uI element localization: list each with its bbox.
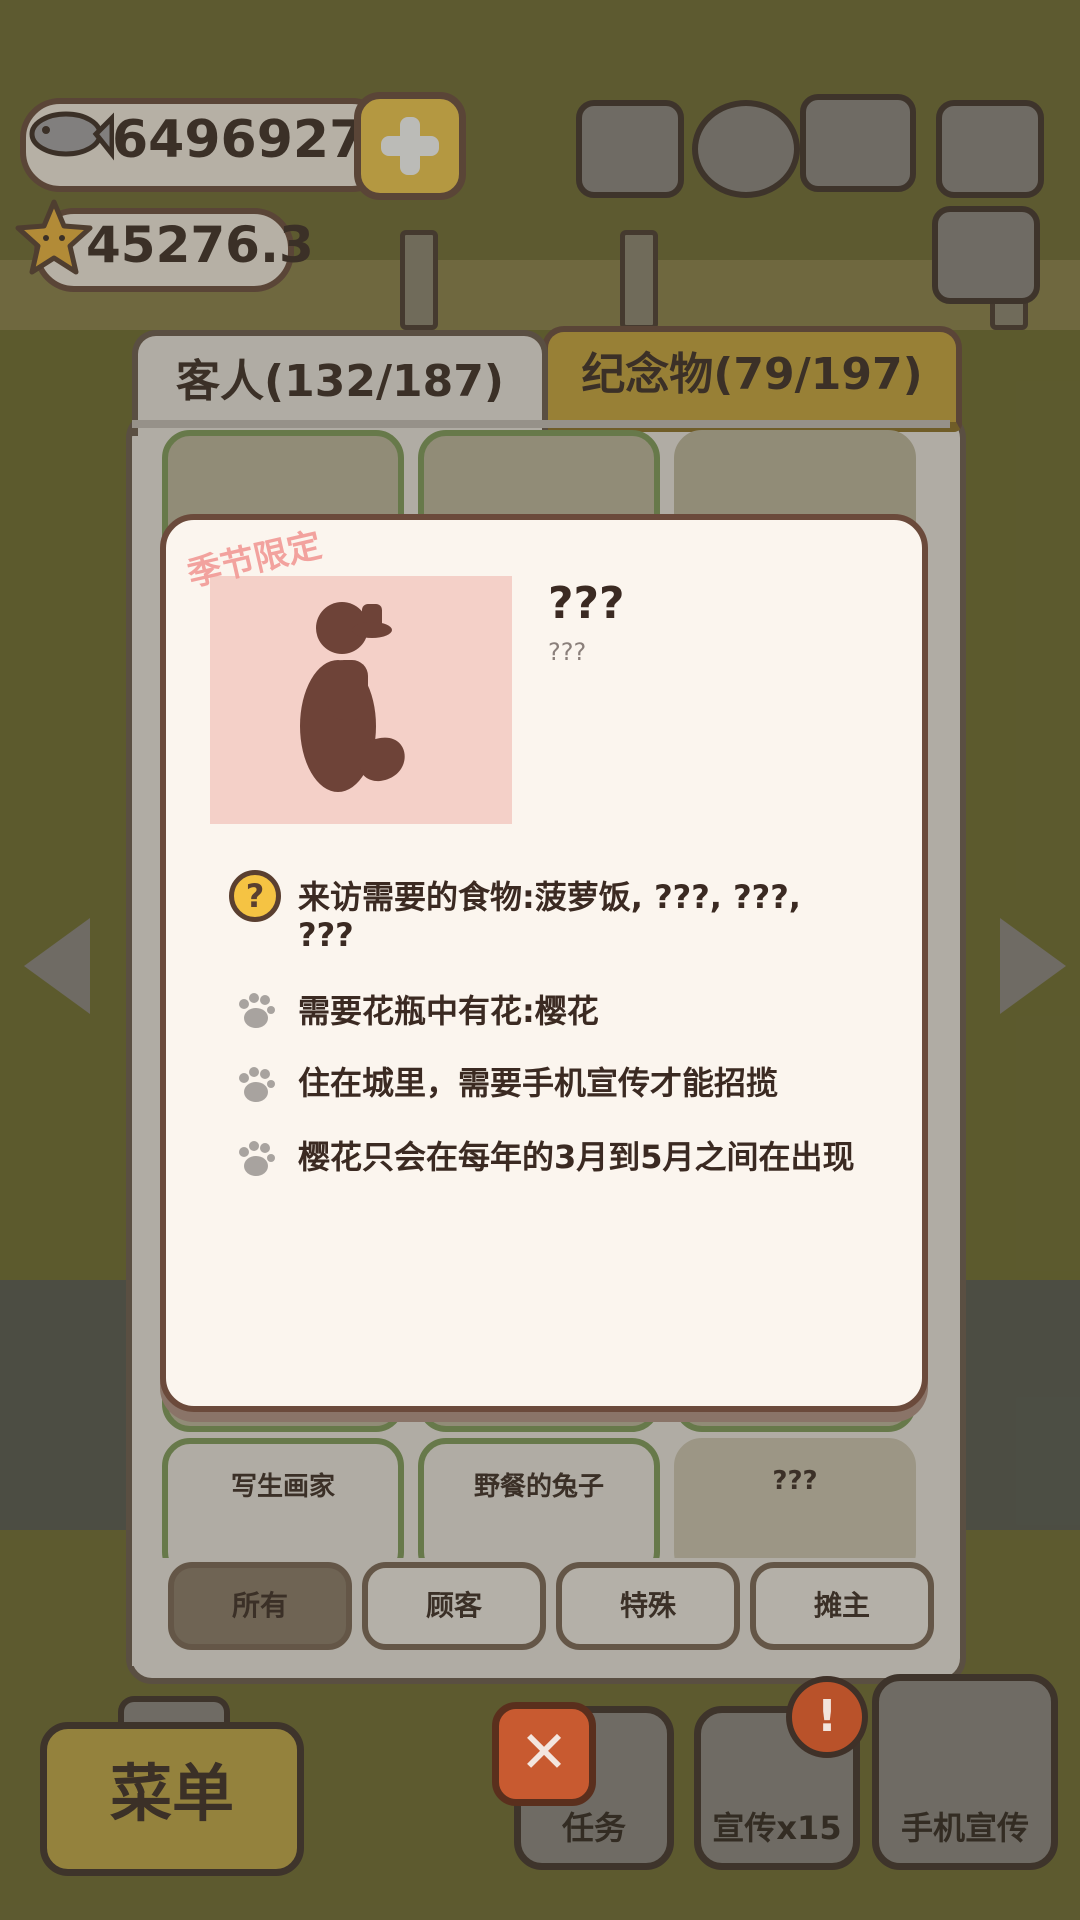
paw-icon [239,993,275,1028]
question-icon: ? [229,870,281,922]
guest-subtitle: ??? [548,638,587,666]
guest-name: ??? [548,578,625,629]
paw-icon [239,1067,275,1102]
character-portrait [210,576,512,824]
requirement-location: 住在城里，需要手机宣传才能招揽 [298,1064,779,1102]
alert-badge: ! [786,1676,868,1758]
requirement-food: 来访需要的食物:菠萝饭, ???, ???, ??? [298,878,801,954]
character-silhouette [300,602,405,792]
paw-icon [239,1141,275,1176]
requirement-season: 樱花只会在每年的3月到5月之间在出现 [298,1138,855,1176]
close-icon[interactable]: ✕ [492,1702,596,1806]
requirement-flower: 需要花瓶中有花:樱花 [298,992,599,1030]
